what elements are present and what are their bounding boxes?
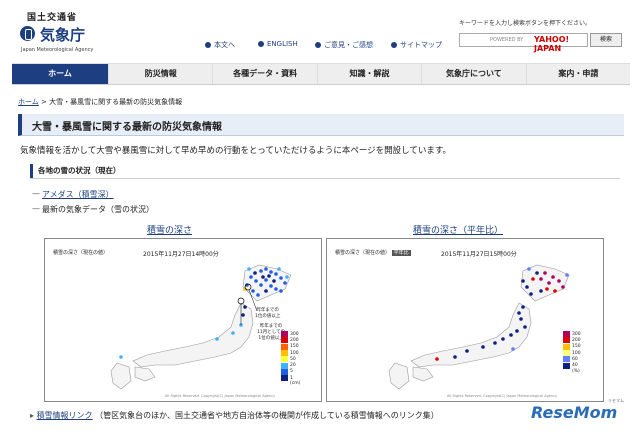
legend-item: 300: [281, 331, 300, 338]
breadcrumb-home[interactable]: ホーム: [18, 98, 39, 106]
legend-label: 50: [290, 356, 296, 362]
bullet-icon: [205, 42, 211, 48]
latest-data-label: 最新の気象データ（雪の状況）: [42, 205, 154, 214]
legend-label: 60: [572, 356, 578, 362]
jma-logo-icon[interactable]: [20, 26, 35, 41]
legend-swatch: [281, 362, 288, 369]
legend-item: 100: [563, 350, 581, 357]
legend-swatch: [281, 343, 288, 350]
resemom-watermark: ReseMom: [531, 403, 618, 422]
legend-swatch: [281, 337, 288, 344]
bullet-icon: [315, 42, 321, 48]
link-snow-info[interactable]: 積雪情報リンク: [37, 411, 93, 420]
legend-item: 200: [281, 337, 300, 344]
util-link-english[interactable]: ENGLISH: [258, 40, 298, 48]
japan-map-2: [388, 264, 570, 390]
legend-swatch: [563, 337, 570, 344]
nav-disaster-info[interactable]: 防災情報: [109, 64, 214, 84]
search-placeholder: POWERED BY: [490, 37, 524, 43]
bullet-icon: [391, 42, 397, 48]
nav-data[interactable]: 各種データ・資料: [213, 64, 318, 84]
legend-label: 100: [572, 350, 581, 356]
legend-swatch: [563, 356, 570, 363]
nav-home[interactable]: ホーム: [12, 64, 109, 84]
legend-label: 300: [290, 331, 299, 337]
legend-item: 40: [563, 362, 581, 369]
bullet-icon: [258, 41, 264, 47]
legend-swatch: [563, 350, 570, 357]
util-link-main[interactable]: 本文へ: [205, 40, 235, 50]
bullet-icon: —: [32, 204, 40, 213]
map-legend-2: 300 200 150 100 60 40 (%): [563, 331, 581, 374]
legend-label: 150: [572, 344, 581, 350]
map-copyright: All Rights Reserved. Copyright(C) Japan …: [165, 394, 276, 398]
legend-item: 150: [281, 343, 300, 350]
link-snow-depth-ratio[interactable]: 積雪の深さ（平年比）: [413, 223, 503, 236]
legend-label: 200: [572, 337, 581, 343]
legend-label: 150: [290, 344, 299, 350]
legend-item: 200: [563, 337, 581, 344]
section-title: 各地の雪の状況（現在）: [38, 166, 121, 175]
legend-unit: (cm): [290, 381, 301, 387]
snow-info-description: （管区気象台のほか、国土交通省や地方自治体等の機関が作成している積雪情報へのリン…: [95, 411, 439, 420]
legend-item: 60: [563, 356, 581, 363]
legend-swatch: [563, 343, 570, 350]
legend-swatch: [563, 331, 570, 338]
snow-info-links: ▸ 積雪情報リンク （管区気象台のほか、国土交通省や地方自治体等の機関が作成して…: [30, 410, 439, 421]
legend-item: 100: [281, 350, 300, 357]
legend-swatch: [281, 368, 288, 375]
map-legend-1: 300 200 150 100 50 20 5 1 (cm): [281, 331, 300, 386]
site-logo-subtitle: Japan Meteorological Agency: [21, 47, 94, 53]
nav-guide[interactable]: 案内・申請: [527, 64, 630, 84]
legend-label: 1: [290, 375, 293, 381]
snow-ratio-map[interactable]: 積雪の深さ（現在の値） 平年比 2015年11月27日15時00分 300 200…: [326, 238, 604, 402]
page-title-bar: 大雪・暴風雪に関する最新の防災気象情報: [18, 114, 624, 136]
legend-unit: (%): [572, 368, 580, 374]
legend-label: 100: [290, 350, 299, 356]
legend-swatch: [281, 331, 288, 338]
breadcrumb-separator-icon: >: [41, 98, 50, 106]
util-link-sitemap[interactable]: サイトマップ: [391, 40, 442, 50]
bullet-icon: —: [32, 189, 40, 198]
section-heading: 各地の雪の状況（現在）: [30, 164, 620, 179]
global-nav: ホーム 防災情報 各種データ・資料 知識・解説 気象庁について 案内・申請: [12, 63, 630, 85]
search-input[interactable]: POWERED BY YAHOO! JAPAN: [459, 33, 588, 53]
legend-label: 300: [572, 331, 581, 337]
legend-label: 200: [290, 337, 299, 343]
yahoo-logo: YAHOO! JAPAN: [534, 35, 570, 53]
ministry-label: 国土交通省: [27, 13, 78, 23]
map-copyright: All Rights Reserved. Copyright(C) Japan …: [447, 394, 558, 398]
page-title: 大雪・暴風雪に関する最新の防災気象情報: [32, 122, 222, 133]
map-note-1: 昨年までの 1位の値以上: [255, 308, 281, 319]
legend-swatch: [563, 362, 570, 369]
site-header: 国土交通省 気象庁 Japan Meteorological Agency キー…: [0, 0, 640, 62]
legend-swatch: [281, 350, 288, 357]
japan-map-1: [110, 264, 292, 390]
nav-about[interactable]: 気象庁について: [422, 64, 527, 84]
search-button[interactable]: 検索: [590, 33, 622, 47]
legend-item: 300: [563, 331, 581, 338]
snow-depth-map[interactable]: 積雪の深さ（現在の値） 2015年11月27日14時00分 昨年までの 1位の値…: [44, 238, 322, 402]
resemom-watermark-kana: リセマム: [608, 398, 624, 403]
legend-swatch: [281, 375, 288, 382]
intro-text: 気象情報を活かして大雪や暴風雪に対して早め早めの行動をとっていただけるように本ペ…: [20, 146, 452, 156]
breadcrumb-current: 大雪・暴風雪に関する最新の防災気象情報: [49, 98, 183, 106]
link-snow-depth[interactable]: 積雪の深さ: [147, 223, 192, 236]
legend-label: 20: [290, 363, 296, 369]
legend-label: 40: [572, 363, 578, 369]
nav-knowledge[interactable]: 知識・解説: [318, 64, 423, 84]
legend-item: 150: [563, 343, 581, 350]
site-logo[interactable]: 気象庁: [40, 24, 85, 45]
breadcrumb: ホーム > 大雪・暴風雪に関する最新の防災気象情報: [18, 97, 182, 107]
search-hint: キーワードを入力し検索ボタンを押下ください。: [459, 20, 592, 27]
section-bar: [30, 164, 33, 178]
util-link-feedback[interactable]: ご意見・ご感想: [315, 40, 373, 50]
legend-swatch: [281, 356, 288, 363]
legend-label: 5: [290, 369, 293, 375]
link-amedas[interactable]: アメダス（積雪深）: [42, 189, 114, 200]
